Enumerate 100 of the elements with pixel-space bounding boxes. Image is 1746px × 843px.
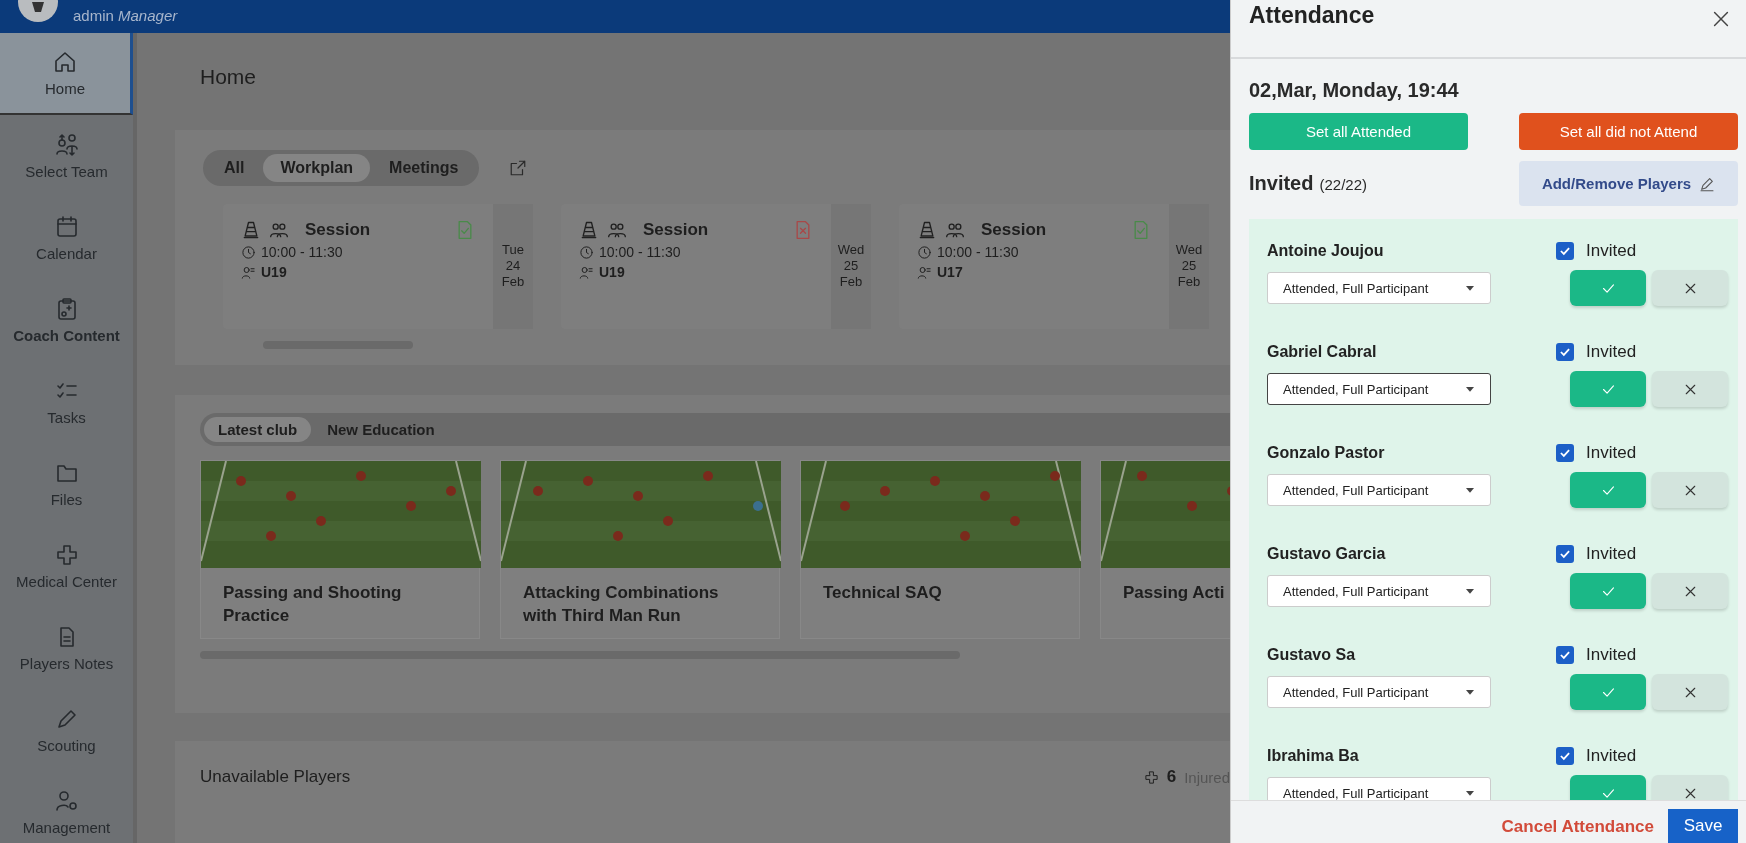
status-dropdown[interactable]: Attended, Full Participant [1267, 474, 1491, 506]
attended-button[interactable] [1570, 674, 1646, 710]
clock-icon [917, 244, 932, 260]
event-team: U17 [937, 264, 963, 280]
player-name: Gustavo Sa [1267, 646, 1356, 664]
event-date: 25 [1181, 258, 1197, 273]
drill-card[interactable]: Attacking Combinations with Third Man Run [500, 460, 780, 639]
event-date: Feb [839, 274, 863, 289]
clock-icon [241, 244, 256, 260]
invited-checkbox[interactable]: Invited [1556, 342, 1678, 362]
invited-checkbox[interactable]: Invited [1556, 443, 1678, 463]
injured-count: 6 [1166, 767, 1177, 787]
player-name: Gustavo Garcia [1267, 545, 1386, 563]
sidebar-item[interactable]: Files [0, 443, 133, 525]
not-attended-button[interactable] [1652, 674, 1728, 710]
event-title: Session [981, 220, 1047, 240]
user-list-icon [241, 264, 256, 280]
drill-card[interactable]: Technical SAQ [800, 460, 1080, 639]
not-attended-button[interactable] [1652, 371, 1728, 407]
sidebar-item[interactable]: Tasks [0, 361, 133, 443]
sidebar-item[interactable]: Home [0, 33, 133, 115]
not-attended-button[interactable] [1652, 270, 1728, 306]
people-arrows-icon [54, 132, 79, 157]
sidebar-item[interactable]: Players Notes [0, 607, 133, 689]
event-date: Tue [502, 242, 524, 257]
user-role: admin Manager [73, 7, 178, 24]
home-icon [53, 49, 77, 74]
attended-button[interactable] [1570, 371, 1646, 407]
page-title: Home [200, 65, 258, 90]
cone-icon [917, 220, 937, 240]
invited-checkbox[interactable]: Invited [1556, 645, 1678, 665]
sidebar-item[interactable]: Management [0, 771, 133, 843]
calendar-icon [54, 214, 79, 239]
event-time: 10:00 - 11:30 [599, 244, 681, 260]
content-tab[interactable]: New Education [313, 417, 449, 442]
invited-checkbox[interactable]: Invited [1556, 241, 1678, 261]
set-all-attended-button[interactable]: Set all Attended [1249, 113, 1468, 150]
sidebar-item[interactable]: Coach Content [0, 279, 133, 361]
filter-tab[interactable]: All [207, 154, 262, 182]
user-list-icon [579, 264, 594, 280]
drill-title: Passing and Shooting Practice [223, 583, 402, 625]
status-dropdown[interactable]: Attended, Full Participant [1267, 272, 1491, 304]
clock-icon [579, 244, 594, 260]
event-title: Session [643, 220, 709, 240]
sidebar-item[interactable]: Scouting [0, 689, 133, 771]
drill-card[interactable]: Passing and Shooting Practice [200, 460, 480, 639]
filter-tab[interactable]: Meetings [372, 154, 476, 182]
invited-count: (22/22) [1319, 176, 1367, 193]
attended-button[interactable] [1570, 472, 1646, 508]
panel-title: Attendance [1249, 2, 1375, 29]
event-team: U19 [599, 264, 625, 280]
drill-title: Technical SAQ [823, 583, 942, 602]
section-title: Unavailable Players [200, 767, 351, 787]
drill-card[interactable]: Passing Acti [1100, 460, 1230, 639]
sidebar-item[interactable]: Calendar [0, 197, 133, 279]
player-name: Gonzalo Pastor [1267, 444, 1385, 462]
player-name: Gabriel Cabral [1267, 343, 1377, 361]
not-attended-button[interactable] [1652, 472, 1728, 508]
event-title: Session [305, 220, 371, 240]
attended-button[interactable] [1570, 270, 1646, 306]
sidebar-item[interactable]: Select Team [0, 115, 133, 197]
event-time: 10:00 - 11:30 [261, 244, 343, 260]
user-list-icon [917, 264, 932, 280]
set-all-not-attended-button[interactable]: Set all did not Attend [1519, 113, 1738, 150]
content-tab[interactable]: Latest club [204, 417, 312, 442]
event-date: 24 [505, 258, 521, 273]
drill-title: Attacking Combinations with Third Man Run [523, 583, 719, 625]
attended-button[interactable] [1570, 573, 1646, 609]
cone-icon [241, 220, 261, 240]
cancel-attendance-link[interactable]: Cancel Attendance [1501, 811, 1654, 843]
sidebar-item[interactable]: Medical Center [0, 525, 133, 607]
section-title: Invited [1249, 172, 1314, 195]
event-date: Wed [1175, 242, 1203, 257]
pencil-icon [1699, 175, 1716, 192]
status-dropdown[interactable]: Attended, Full Participant [1267, 777, 1491, 800]
drill-title: Passing Acti [1123, 583, 1225, 602]
status-dropdown[interactable]: Attended, Full Participant [1267, 676, 1491, 708]
invited-checkbox[interactable]: Invited [1556, 544, 1678, 564]
add-remove-players-button[interactable]: Add/Remove Players [1519, 161, 1738, 206]
player-name: Antoine Joujou [1267, 242, 1384, 260]
event-time: 10:00 - 11:30 [937, 244, 1019, 260]
player-name: Ibrahima Ba [1267, 747, 1359, 765]
event-date: 25 [843, 258, 859, 273]
event-date: Feb [501, 274, 525, 289]
status-dropdown[interactable]: Attended, Full Participant [1267, 575, 1491, 607]
plus-outline-icon [54, 542, 79, 567]
plus-outline-icon [1143, 769, 1159, 785]
cone-icon [579, 220, 599, 240]
event-date: Feb [1177, 274, 1201, 289]
session-date: 02,Mar, Monday, 19:44 [1249, 79, 1460, 102]
logo-icon [18, 0, 58, 24]
invited-checkbox[interactable]: Invited [1556, 746, 1678, 766]
external-link-icon [509, 159, 528, 177]
filter-tab[interactable]: Workplan [263, 154, 371, 182]
event-date: Wed [837, 242, 865, 257]
status-dropdown[interactable]: Attended, Full Participant [1267, 373, 1491, 405]
save-button[interactable]: Save [1668, 809, 1738, 843]
user-gear-icon [54, 788, 79, 813]
event-team: U19 [261, 264, 287, 280]
not-attended-button[interactable] [1652, 573, 1728, 609]
